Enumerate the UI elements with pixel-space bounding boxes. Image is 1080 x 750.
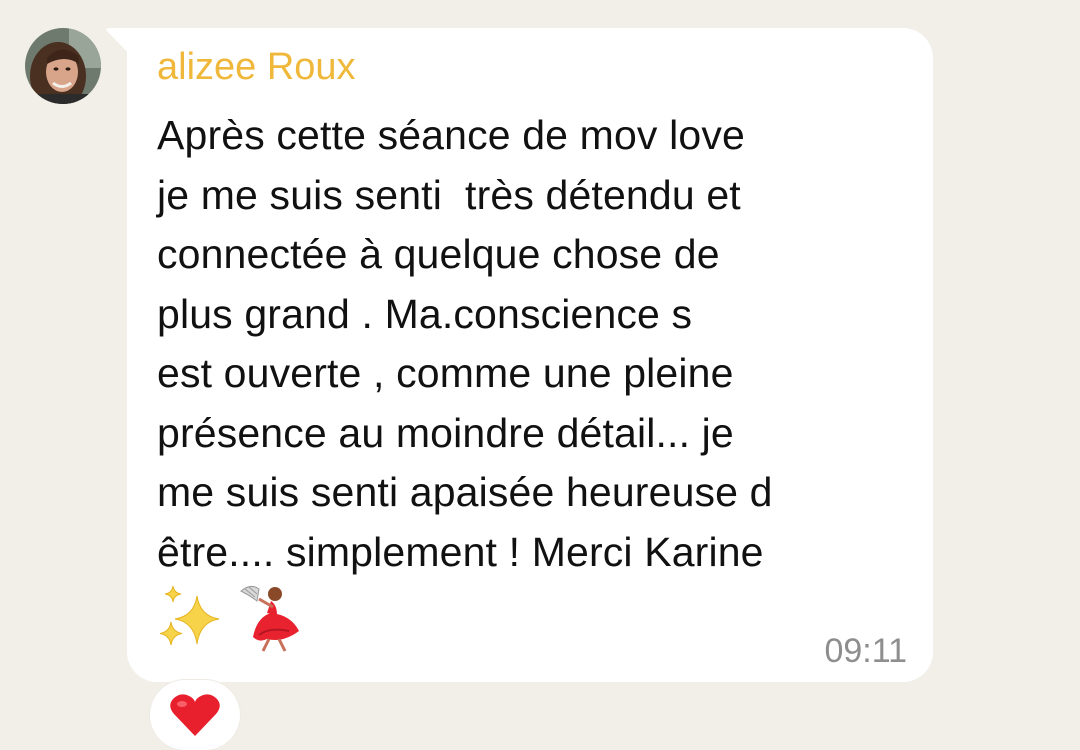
message-line: présence au moindre détail... je (157, 409, 734, 456)
message-text: Après cette séance de mov love je me sui… (157, 106, 917, 582)
message-bubble[interactable]: alizee Roux Après cette séance de mov lo… (127, 28, 933, 682)
sender-avatar[interactable] (25, 28, 101, 104)
message-line: je me suis senti très détendu et (157, 171, 741, 218)
message-line: me suis senti apaisée heureuse d (157, 469, 773, 515)
message-line: Après cette séance de mov love (157, 112, 745, 158)
message-line: est ouverte , comme une pleine (157, 350, 734, 396)
message-timestamp: 09:11 (824, 632, 907, 670)
sparkles-icon (159, 585, 220, 646)
reaction-badge[interactable] (150, 680, 240, 750)
red-heart-icon (170, 694, 220, 736)
avatar-photo (25, 28, 101, 104)
message-line: plus grand . Ma.conscience s (157, 290, 693, 337)
dancer-icon (240, 585, 299, 652)
message-line: connectée à quelque chose de (157, 231, 720, 277)
message-emojis (155, 581, 305, 653)
sender-name[interactable]: alizee Roux (157, 46, 356, 89)
message-line: être.... simplement ! Merci Karine (157, 528, 764, 575)
